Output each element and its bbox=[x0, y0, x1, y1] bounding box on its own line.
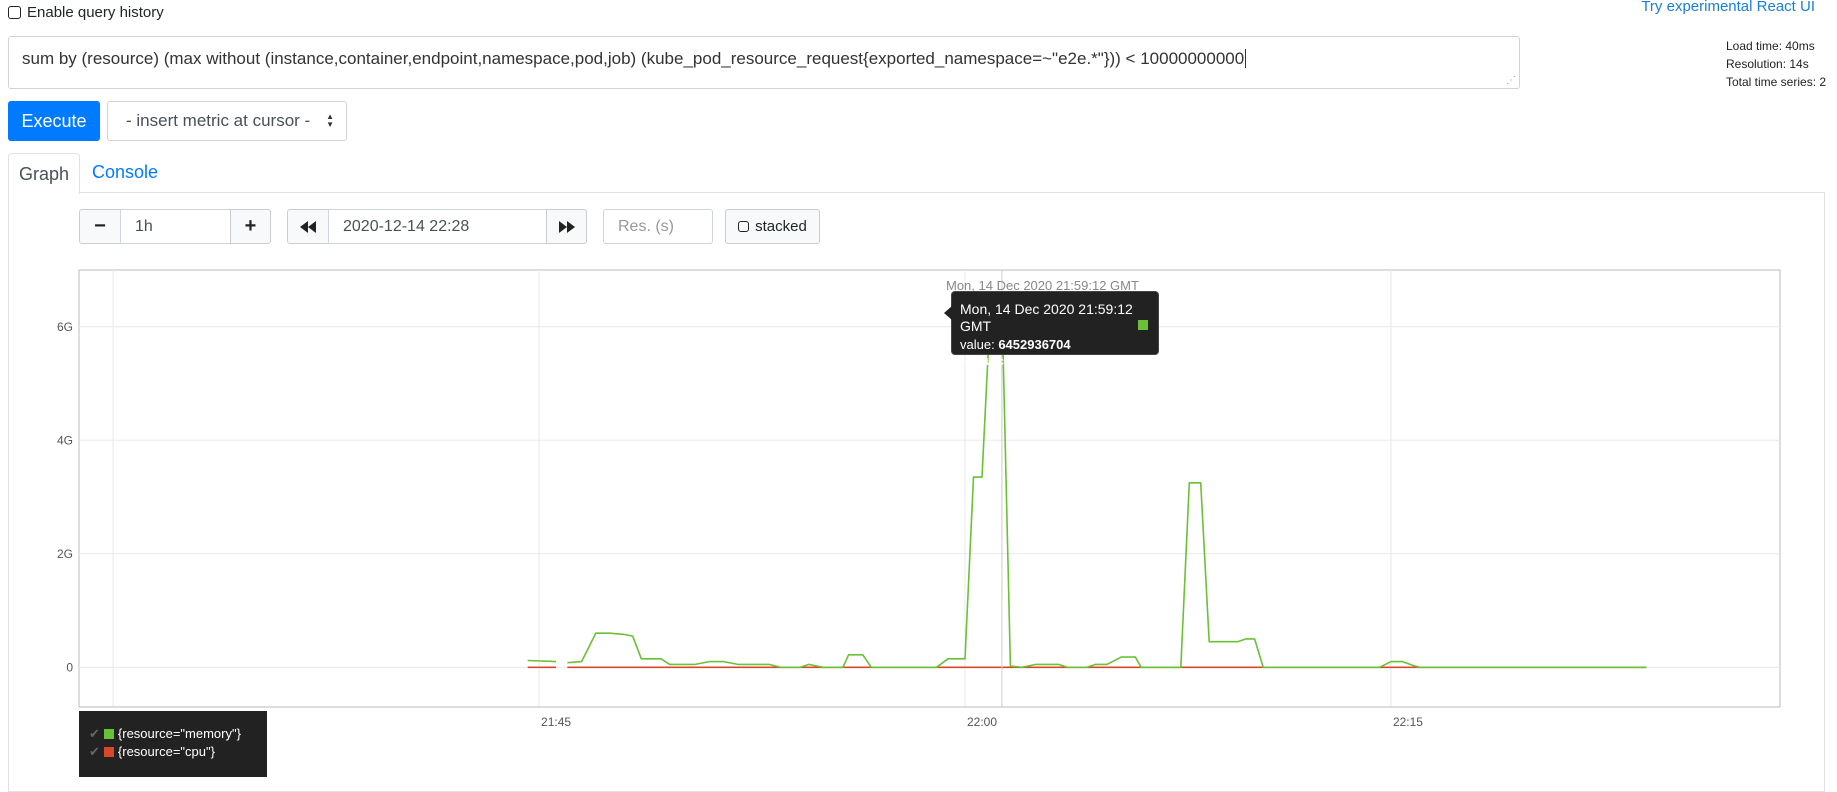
range-increase-button[interactable]: + bbox=[230, 209, 271, 244]
tooltip-resource-key: resource bbox=[960, 354, 1011, 368]
tooltip-value-label: value: bbox=[960, 337, 999, 352]
check-icon: ✔ bbox=[89, 726, 100, 741]
select-arrows-icon: ▲ ▼ bbox=[326, 112, 334, 129]
double-chevron-left-icon bbox=[300, 220, 316, 233]
range-input[interactable]: 1h bbox=[120, 209, 231, 244]
end-time-input[interactable]: 2020-12-14 22:28 bbox=[328, 209, 547, 244]
tab-console[interactable]: Console bbox=[92, 162, 158, 183]
legend-swatch-memory bbox=[103, 729, 114, 739]
legend-label-memory: {resource="memory"} bbox=[117, 726, 241, 741]
resolution-stat: Resolution: 14s bbox=[1726, 57, 1809, 71]
text-cursor bbox=[1245, 49, 1247, 68]
tooltip-resource-value: : memory bbox=[1010, 354, 1061, 368]
metric-select[interactable]: - insert metric at cursor - ▲ ▼ bbox=[107, 101, 347, 141]
graph-panel bbox=[8, 192, 1825, 792]
checkbox-icon[interactable] bbox=[8, 6, 21, 19]
metric-select-label: - insert metric at cursor - bbox=[126, 111, 311, 130]
legend-item-memory[interactable]: ✔ {resource="memory"} bbox=[89, 725, 267, 743]
time-back-button[interactable] bbox=[287, 209, 329, 244]
tooltip-value-row: value: 6452936704 bbox=[960, 336, 1150, 353]
resolution-input[interactable]: Res. (s) bbox=[603, 209, 713, 244]
tooltip-color-swatch bbox=[1138, 320, 1148, 330]
total-series-stat: Total time series: 2 bbox=[1726, 75, 1827, 89]
legend-swatch-cpu bbox=[103, 747, 114, 757]
execute-button[interactable]: Execute bbox=[8, 101, 100, 141]
load-time: Load time: 40ms bbox=[1726, 39, 1815, 53]
query-history-toggle[interactable]: Enable query history bbox=[8, 4, 164, 21]
stacked-toggle[interactable]: stacked bbox=[725, 209, 820, 244]
expression-input[interactable]: sum by (resource) (max without (instance… bbox=[8, 36, 1520, 89]
legend-label-cpu: {resource="cpu"} bbox=[117, 744, 215, 759]
tooltip-value: 6452936704 bbox=[998, 337, 1071, 352]
tab-graph[interactable]: Graph bbox=[8, 153, 80, 194]
range-decrease-button[interactable]: − bbox=[79, 209, 121, 244]
expression-text: sum by (resource) (max without (instance… bbox=[22, 49, 1245, 68]
query-stats: Load time: 40ms Resolution: 14s Total ti… bbox=[1726, 37, 1826, 91]
stacked-label: stacked bbox=[755, 218, 807, 235]
graph-legend: ✔ {resource="memory"} ✔ {resource="cpu"} bbox=[79, 711, 267, 777]
check-icon: ✔ bbox=[89, 744, 100, 759]
tooltip-title: Mon, 14 Dec 2020 21:59:12 GMT bbox=[960, 301, 1133, 334]
legend-item-cpu[interactable]: ✔ {resource="cpu"} bbox=[89, 743, 267, 761]
tooltip-resource-row: resource: memory bbox=[960, 353, 1150, 370]
time-forward-button[interactable] bbox=[546, 209, 587, 244]
query-history-label: Enable query history bbox=[27, 4, 164, 21]
double-chevron-right-icon bbox=[558, 220, 575, 233]
react-ui-link[interactable]: Try experimental React UI bbox=[1641, 0, 1815, 15]
checkbox-icon bbox=[738, 221, 750, 232]
resize-grip-icon[interactable]: ⋰ bbox=[1506, 76, 1516, 86]
graph-tooltip: Mon, 14 Dec 2020 21:59:12 GMT value: 645… bbox=[944, 291, 1159, 368]
